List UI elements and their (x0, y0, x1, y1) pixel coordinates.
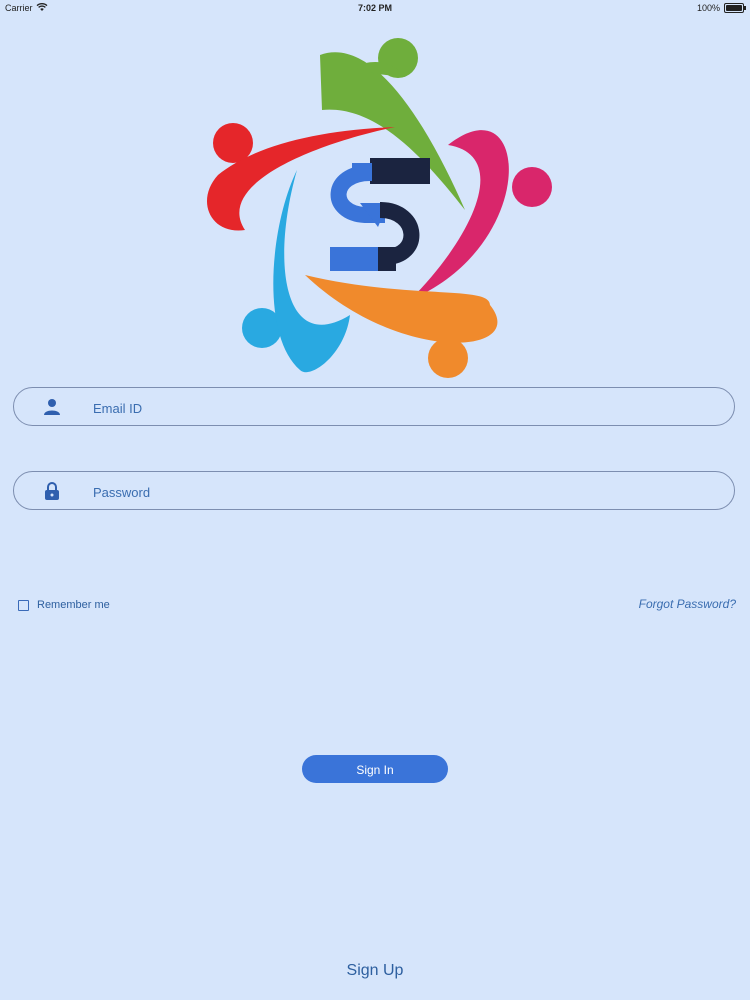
status-time: 7:02 PM (357, 3, 392, 13)
remember-me-checkbox[interactable]: Remember me (18, 597, 110, 613)
email-field[interactable] (13, 387, 735, 426)
logo-red-head (213, 123, 253, 163)
logo-orange-head (428, 338, 468, 378)
user-icon (44, 399, 60, 415)
status-bar: Carrier 7:02 PM 100% (0, 0, 750, 16)
password-field[interactable] (13, 471, 735, 510)
checkbox-icon[interactable] (18, 599, 29, 611)
people-circle-dollar-logo (206, 38, 552, 378)
sign-in-button[interactable]: Sign In (302, 755, 448, 783)
logo-magenta-head (512, 167, 552, 207)
sign-up-link[interactable]: Sign Up (0, 962, 750, 980)
battery-percentage: 100% (696, 3, 720, 13)
battery-icon (724, 3, 746, 13)
lock-icon (45, 482, 59, 500)
remember-me-label: Remember me (37, 599, 110, 611)
dollar-sign-icon (330, 158, 430, 271)
password-input[interactable] (91, 480, 715, 504)
forgot-password-link[interactable]: Forgot Password? (639, 597, 736, 611)
email-input[interactable] (91, 396, 715, 420)
